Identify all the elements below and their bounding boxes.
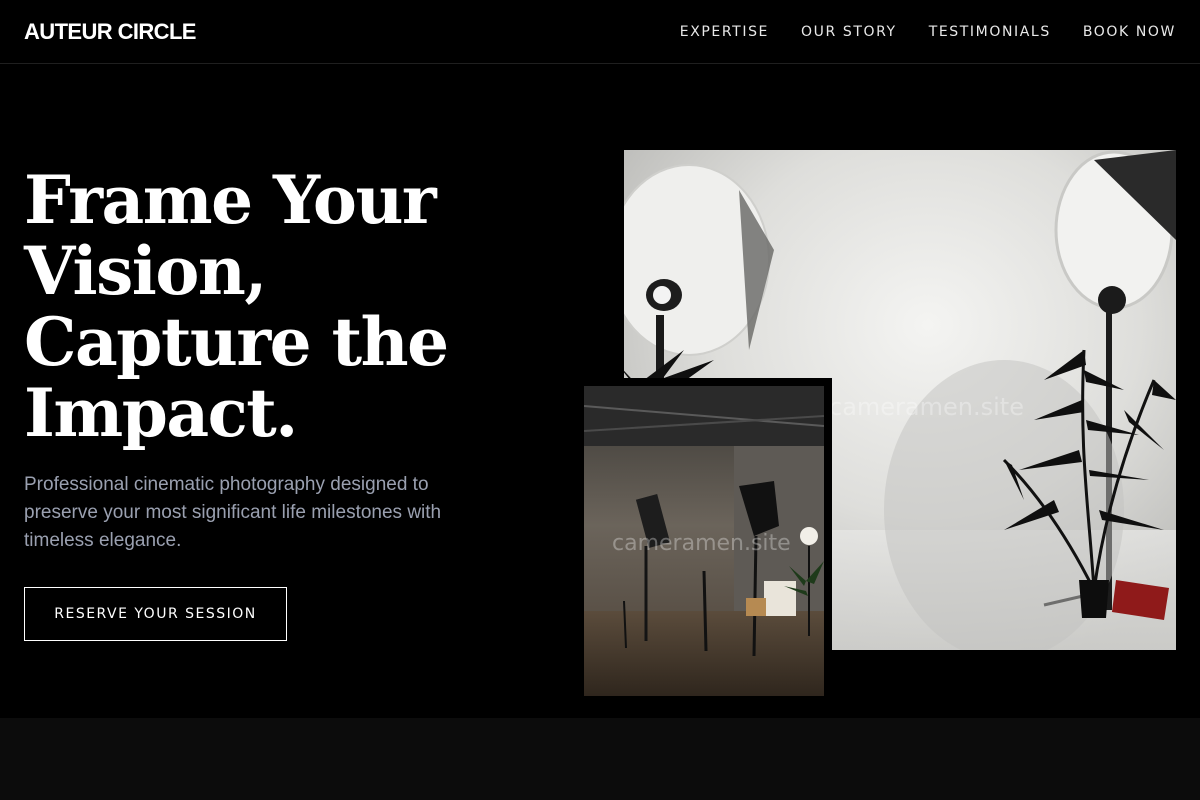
headline-line-3: Capture the <box>24 303 449 381</box>
studio-photo-inset-graphic: cameramen.site <box>584 386 824 696</box>
studio-photo-inset-frame: cameramen.site <box>584 386 824 696</box>
reserve-session-button[interactable]: RESERVE YOUR SESSION <box>24 587 287 641</box>
nav-links: EXPERTISE OUR STORY TESTIMONIALS BOOK NO… <box>680 22 1176 42</box>
watermark-inset: cameramen.site <box>612 531 791 556</box>
hero-headline: Frame Your Vision, Capture the Impact. <box>24 165 544 449</box>
watermark-main: cameramen.site <box>829 393 1024 421</box>
hero-subcopy: Professional cinematic photography desig… <box>24 474 442 551</box>
top-navbar: AUTEUR CIRCLE EXPERTISE OUR STORY TESTIM… <box>0 0 1200 64</box>
next-section <box>0 718 1200 800</box>
nav-link-our-story[interactable]: OUR STORY <box>801 22 897 42</box>
studio-photo-inset: cameramen.site <box>576 378 832 696</box>
headline-line-4: Impact. <box>24 374 298 452</box>
nav-link-testimonials[interactable]: TESTIMONIALS <box>929 22 1051 42</box>
headline-line-1: Frame Your <box>24 161 437 239</box>
headline-line-2: Vision, <box>24 232 267 310</box>
brand-logo[interactable]: AUTEUR CIRCLE <box>24 18 196 46</box>
nav-link-expertise[interactable]: EXPERTISE <box>680 22 769 42</box>
hero-section: Frame Your Vision, Capture the Impact. P… <box>0 65 1200 718</box>
nav-link-book-now[interactable]: BOOK NOW <box>1083 22 1176 42</box>
